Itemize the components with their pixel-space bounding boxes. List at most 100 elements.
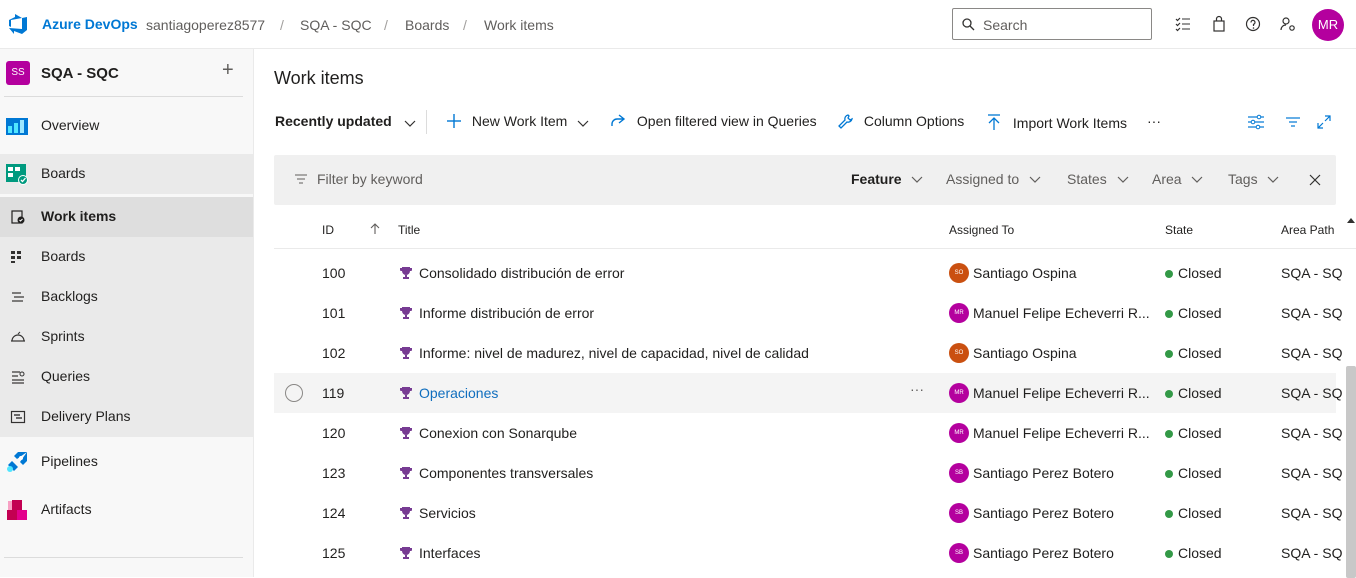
import-work-items-button[interactable]: Import Work Items bbox=[987, 113, 1127, 133]
backlogs-icon bbox=[12, 292, 24, 302]
assigned-to: Santiago Ospina bbox=[973, 345, 1077, 361]
filter-icon[interactable] bbox=[1285, 114, 1301, 130]
view-options-icon[interactable] bbox=[1247, 113, 1265, 131]
azure-devops-logo-icon[interactable] bbox=[7, 12, 29, 36]
add-button[interactable]: + bbox=[222, 59, 234, 82]
assignee-avatar: SB bbox=[949, 503, 969, 523]
work-item-title[interactable]: Consolidado distribución de error bbox=[419, 265, 624, 281]
work-item-title[interactable]: Componentes transversales bbox=[419, 465, 593, 481]
sidebar-item-queries[interactable]: Queries bbox=[0, 357, 253, 397]
assigned-filter-dropdown[interactable]: Assigned to bbox=[946, 171, 1041, 187]
work-items-icon bbox=[11, 210, 25, 224]
area-path: SQA - SQC bbox=[1281, 505, 1343, 521]
search-icon bbox=[962, 18, 975, 31]
close-icon[interactable] bbox=[1309, 174, 1321, 186]
row-select-checkbox[interactable] bbox=[285, 384, 303, 402]
sidebar-item-boards[interactable]: Boards bbox=[0, 154, 253, 194]
work-item-title[interactable]: Informe: nivel de madurez, nivel de capa… bbox=[419, 345, 809, 361]
area-path: SQA - SQC bbox=[1281, 465, 1343, 481]
breadcrumb-project[interactable]: SQA - SQC bbox=[300, 17, 372, 33]
new-work-item-button[interactable]: New Work Item bbox=[446, 113, 589, 133]
help-icon[interactable] bbox=[1244, 15, 1262, 33]
chevron-down-icon bbox=[1117, 176, 1129, 183]
table-row[interactable]: 101 Informe distribución de error MR Manuel… bbox=[274, 293, 1343, 333]
table-row[interactable]: 124 Servicios SB Santiago Perez Botero Close… bbox=[274, 493, 1343, 533]
state-indicator bbox=[1165, 310, 1173, 318]
sidebar-item-sprints[interactable]: Sprints bbox=[0, 317, 253, 357]
states-filter-dropdown[interactable]: States bbox=[1067, 171, 1129, 187]
sidebar-item-overview[interactable]: Overview bbox=[0, 106, 253, 146]
work-item-id: 120 bbox=[322, 425, 346, 441]
top-bar: Azure DevOps santiagoperez8577 / SQA - S… bbox=[0, 0, 1356, 49]
search-box[interactable] bbox=[952, 8, 1152, 40]
sidebar-item-board-columns[interactable]: Boards bbox=[0, 237, 253, 277]
artifacts-icon bbox=[7, 500, 27, 520]
sidebar-item-label: Overview bbox=[41, 117, 100, 133]
user-settings-icon[interactable] bbox=[1279, 15, 1297, 33]
fullscreen-icon[interactable] bbox=[1316, 114, 1332, 130]
area-filter-dropdown[interactable]: Area bbox=[1152, 171, 1203, 187]
breadcrumb-boards[interactable]: Boards bbox=[405, 17, 449, 33]
column-header-title[interactable]: Title bbox=[398, 223, 420, 237]
keyword-filter-input[interactable]: Filter by keyword bbox=[317, 171, 423, 187]
upload-icon bbox=[988, 114, 1000, 130]
sidebar-item-label: Work items bbox=[41, 208, 117, 224]
sidebar-item-backlogs[interactable]: Backlogs bbox=[0, 277, 253, 317]
table-row[interactable]: 100 Consolidado distribución de error SO Sa… bbox=[274, 253, 1343, 293]
area-filter-label: Area bbox=[1152, 171, 1182, 187]
breadcrumb-organization[interactable]: santiagoperez8577 bbox=[146, 17, 265, 33]
work-item-title[interactable]: Informe distribución de error bbox=[419, 305, 594, 321]
work-item-title[interactable]: Conexion con Sonarqube bbox=[419, 425, 577, 441]
assignee-avatar: MR bbox=[949, 423, 969, 443]
feature-trophy-icon bbox=[400, 307, 412, 319]
sidebar-item-artifacts[interactable]: Artifacts bbox=[0, 490, 253, 530]
table-row[interactable]: 102 Informe: nivel de madurez, nivel de c… bbox=[274, 333, 1343, 373]
table-row[interactable]: 120 Conexion con Sonarqube MR Manuel Felipe… bbox=[274, 413, 1343, 453]
view-selector[interactable]: Recently updated bbox=[275, 113, 416, 133]
sidebar-item-delivery-plans[interactable]: Delivery Plans bbox=[0, 397, 253, 437]
column-options-button[interactable]: Column Options bbox=[837, 113, 964, 133]
vertical-scrollbar-thumb[interactable] bbox=[1346, 366, 1356, 578]
row-more-actions-button[interactable]: ··· bbox=[910, 381, 924, 397]
work-item-id: 125 bbox=[322, 545, 346, 561]
sidebar-item-pipelines[interactable]: Pipelines bbox=[0, 442, 253, 482]
state-indicator bbox=[1165, 470, 1173, 478]
sidebar-item-work-items[interactable]: Work items bbox=[0, 197, 253, 237]
project-name[interactable]: SQA - SQC bbox=[41, 65, 119, 82]
brand-link[interactable]: Azure DevOps bbox=[42, 16, 138, 32]
feature-trophy-icon bbox=[400, 347, 412, 359]
assigned-to: Manuel Felipe Echeverri R... bbox=[973, 305, 1150, 321]
column-header-area-path[interactable]: Area Path bbox=[1281, 223, 1334, 237]
scroll-up-icon[interactable] bbox=[1347, 217, 1355, 223]
state-indicator bbox=[1165, 350, 1173, 358]
work-item-id: 100 bbox=[322, 265, 346, 281]
search-input[interactable] bbox=[983, 15, 1143, 35]
work-item-title[interactable]: Operaciones bbox=[419, 385, 498, 401]
sort-ascending-icon[interactable] bbox=[370, 223, 380, 235]
work-item-title[interactable]: Interfaces bbox=[419, 545, 480, 561]
type-filter-dropdown[interactable]: Feature bbox=[851, 171, 923, 187]
column-header-assigned-to[interactable]: Assigned To bbox=[949, 223, 1014, 237]
sidebar-item-label: Artifacts bbox=[41, 501, 92, 517]
marketplace-bag-icon[interactable] bbox=[1210, 15, 1228, 33]
table-row[interactable]: 125 Interfaces SB Santiago Perez Botero Clos… bbox=[274, 533, 1343, 573]
chevron-down-icon bbox=[404, 120, 416, 127]
filter-bar: Filter by keyword Feature Assigned to St… bbox=[274, 155, 1336, 205]
task-list-icon[interactable] bbox=[1174, 15, 1192, 33]
work-item-state: Closed bbox=[1178, 425, 1222, 441]
assigned-to: Manuel Felipe Echeverri R... bbox=[973, 385, 1150, 401]
open-in-queries-button[interactable]: Open filtered view in Queries bbox=[609, 113, 817, 133]
work-item-state: Closed bbox=[1178, 465, 1222, 481]
work-item-title[interactable]: Servicios bbox=[419, 505, 476, 521]
user-avatar[interactable]: MR bbox=[1312, 9, 1344, 41]
table-row[interactable]: 119 Operaciones ··· MR Manuel Felipe Echever… bbox=[274, 373, 1343, 413]
chevron-down-icon bbox=[1029, 176, 1041, 183]
assigned-to: Santiago Perez Botero bbox=[973, 545, 1114, 561]
tags-filter-dropdown[interactable]: Tags bbox=[1228, 171, 1279, 187]
column-header-state[interactable]: State bbox=[1165, 223, 1193, 237]
more-actions-button[interactable]: ··· bbox=[1147, 113, 1161, 133]
sidebar-item-label: Sprints bbox=[41, 328, 85, 344]
table-row[interactable]: 123 Componentes transversales SB Santiago P… bbox=[274, 453, 1343, 493]
column-header-id[interactable]: ID bbox=[322, 223, 334, 237]
breadcrumb-work-items[interactable]: Work items bbox=[484, 17, 554, 33]
